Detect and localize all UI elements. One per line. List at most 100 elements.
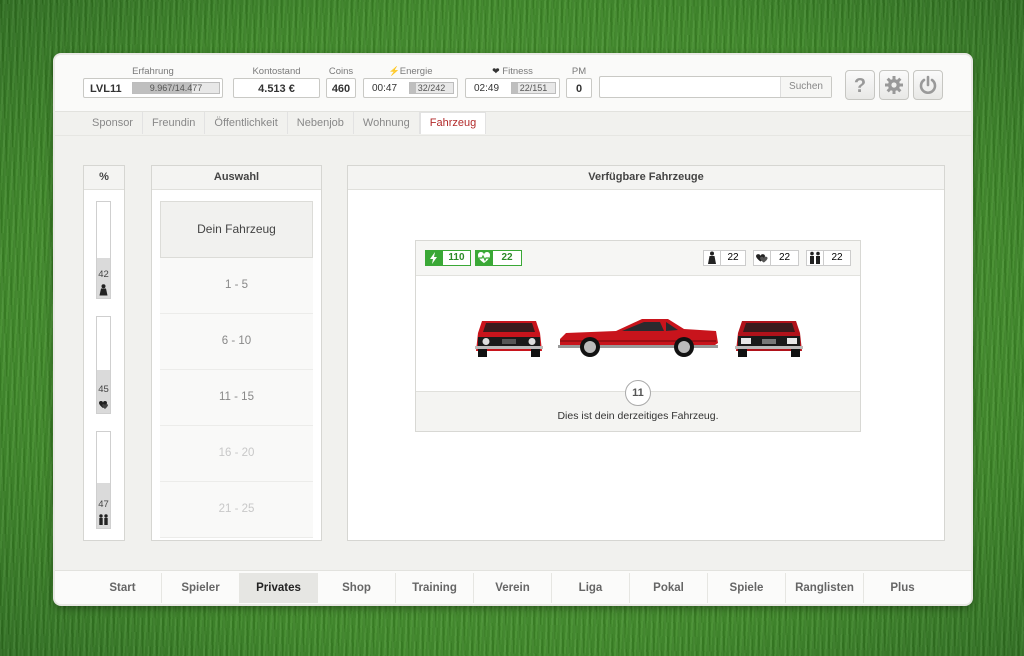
- meter-value: 45: [98, 384, 109, 395]
- game-panel: Erfahrung LVL11 9.967/14.477 Kontostand …: [55, 55, 971, 604]
- settings-button[interactable]: [879, 70, 909, 100]
- subnav-item-fahrzeug[interactable]: Fahrzeug: [419, 112, 487, 134]
- nav-item-ranglisten[interactable]: Ranglisten: [786, 573, 864, 603]
- subnav-item-nebenjob[interactable]: Nebenjob: [288, 112, 354, 134]
- experience-stat: Erfahrung LVL11 9.967/14.477: [83, 66, 223, 98]
- fitness-value: 22: [501, 252, 513, 263]
- logout-button[interactable]: [913, 70, 943, 100]
- person-icon: [99, 284, 108, 296]
- lightning-icon: ⚡: [388, 66, 400, 76]
- hearts-value: 22: [778, 252, 791, 263]
- person-value: 22: [727, 252, 739, 263]
- subnav-item-wohnung[interactable]: Wohnung: [354, 112, 420, 134]
- energy-stat: ⚡Energie 00:47 32/242: [363, 66, 458, 98]
- percent-title: %: [84, 166, 124, 190]
- vehicle-caption: Dies ist dein derzeitiges Fahrzeug.: [557, 410, 719, 422]
- meter-value: 42: [98, 269, 109, 280]
- coins-value: 460: [326, 78, 356, 98]
- nav-item-plus[interactable]: Plus: [864, 573, 941, 603]
- selection-title: Auswahl: [152, 166, 321, 190]
- meter-hearts: 45: [96, 316, 111, 414]
- selection-item: 16 - 20: [160, 426, 313, 482]
- vehicles-title: Verfügbare Fahrzeuge: [348, 166, 944, 190]
- hearts-icon: [754, 251, 771, 265]
- car-front-image: [475, 321, 543, 357]
- vehicle-stats-bar: 110 22 22 22 22: [416, 241, 860, 276]
- pm-value[interactable]: 0: [566, 78, 592, 98]
- selection-item[interactable]: 6 - 10: [160, 314, 313, 370]
- selection-item[interactable]: Dein Fahrzeug: [160, 201, 313, 258]
- person-chip: 22: [703, 250, 746, 266]
- search-box: Suchen: [599, 76, 832, 98]
- fitness-bar: 22/151: [511, 82, 556, 94]
- fitness-box: 02:49 22/151: [465, 78, 560, 98]
- search-input[interactable]: [602, 78, 782, 98]
- meter-value: 47: [98, 499, 109, 510]
- selection-item: 21 - 25: [160, 482, 313, 538]
- vehicle-card: 110 22 22 22 22 11 Dies ist dein derzeit…: [415, 240, 861, 432]
- energy-label: ⚡Energie: [388, 66, 433, 77]
- vehicles-panel: Verfügbare Fahrzeuge 110 22 22 22 22 11 …: [347, 165, 945, 541]
- fitness-text: 22/151: [519, 83, 548, 93]
- bottom-navigation: Start Spieler Privates Shop Training Verein Li…: [84, 573, 941, 603]
- pm-label: PM: [571, 66, 587, 77]
- energy-box: 00:47 32/242: [363, 78, 458, 98]
- balance-value: 4.513 €: [233, 78, 320, 98]
- nav-item-training[interactable]: Training: [396, 573, 474, 603]
- subnav-item-öffentlichkeit[interactable]: Öffentlichkeit: [205, 112, 288, 134]
- energy-chip: 110: [425, 250, 471, 266]
- pm-stat: PM 0: [566, 66, 592, 98]
- energy-value: 110: [448, 252, 465, 263]
- couple-value: 22: [831, 252, 843, 263]
- divider: [55, 135, 971, 136]
- vehicle-level-badge: 11: [625, 380, 651, 406]
- couple-icon: [807, 251, 824, 265]
- fitness-timer: 02:49: [474, 83, 500, 94]
- selection-list: Dein Fahrzeug 1 - 56 - 10 11 - 15 16 - 20 21…: [152, 190, 321, 538]
- level-text: LVL11: [90, 83, 122, 95]
- nav-item-spieler[interactable]: Spieler: [162, 573, 240, 603]
- svg-text:?: ?: [854, 75, 866, 95]
- balance-stat: Kontostand 4.513 €: [233, 66, 320, 98]
- experience-bar: 9.967/14.477: [132, 82, 220, 94]
- nav-item-shop[interactable]: Shop: [318, 573, 396, 603]
- couple-icon: [99, 514, 108, 525]
- search-button[interactable]: Suchen: [780, 77, 831, 97]
- help-button[interactable]: ?: [845, 70, 875, 100]
- nav-item-liga[interactable]: Liga: [552, 573, 630, 603]
- heartbeat-icon: ❤: [492, 66, 500, 76]
- car-side-image: [558, 319, 718, 357]
- coins-stat: Coins 460: [326, 66, 356, 98]
- help-icon: ?: [854, 75, 866, 95]
- sub-navigation: Sponsor Freundin Öffentlichkeit Nebenjob Woh…: [83, 112, 487, 134]
- energy-text: 32/242: [417, 83, 446, 93]
- fitness-chip: 22: [475, 250, 522, 266]
- energy-timer: 00:47: [372, 83, 398, 94]
- heartbeat-icon: [476, 251, 493, 265]
- fitness-stat: ❤ Fitness 02:49 22/151: [465, 66, 560, 98]
- car-rear-image: [735, 321, 803, 357]
- selection-item[interactable]: 1 - 5: [160, 258, 313, 314]
- fitness-label: ❤ Fitness: [492, 66, 533, 77]
- stats-bar: Erfahrung LVL11 9.967/14.477 Kontostand …: [55, 55, 971, 112]
- meter-person: 42: [96, 201, 111, 299]
- experience-text: 9.967/14.477: [149, 83, 203, 93]
- balance-label: Kontostand: [252, 66, 301, 77]
- selection-item[interactable]: 11 - 15: [160, 370, 313, 426]
- selection-panel: Auswahl Dein Fahrzeug 1 - 56 - 10 11 - 15 1…: [151, 165, 322, 541]
- person-icon: [704, 251, 721, 265]
- nav-item-spiele[interactable]: Spiele: [708, 573, 786, 603]
- nav-item-pokal[interactable]: Pokal: [630, 573, 708, 603]
- experience-box: LVL11 9.967/14.477: [83, 78, 223, 98]
- hearts-icon: [99, 401, 108, 409]
- lightning-icon: [426, 251, 443, 265]
- coins-label: Coins: [328, 66, 354, 77]
- subnav-item-freundin[interactable]: Freundin: [143, 112, 206, 134]
- nav-item-start[interactable]: Start: [84, 573, 162, 603]
- nav-item-privates[interactable]: Privates: [240, 573, 318, 603]
- energy-bar: 32/242: [409, 82, 454, 94]
- power-icon: [919, 75, 937, 94]
- meter-couple: 47: [96, 431, 111, 529]
- nav-item-verein[interactable]: Verein: [474, 573, 552, 603]
- subnav-item-sponsor[interactable]: Sponsor: [83, 112, 143, 134]
